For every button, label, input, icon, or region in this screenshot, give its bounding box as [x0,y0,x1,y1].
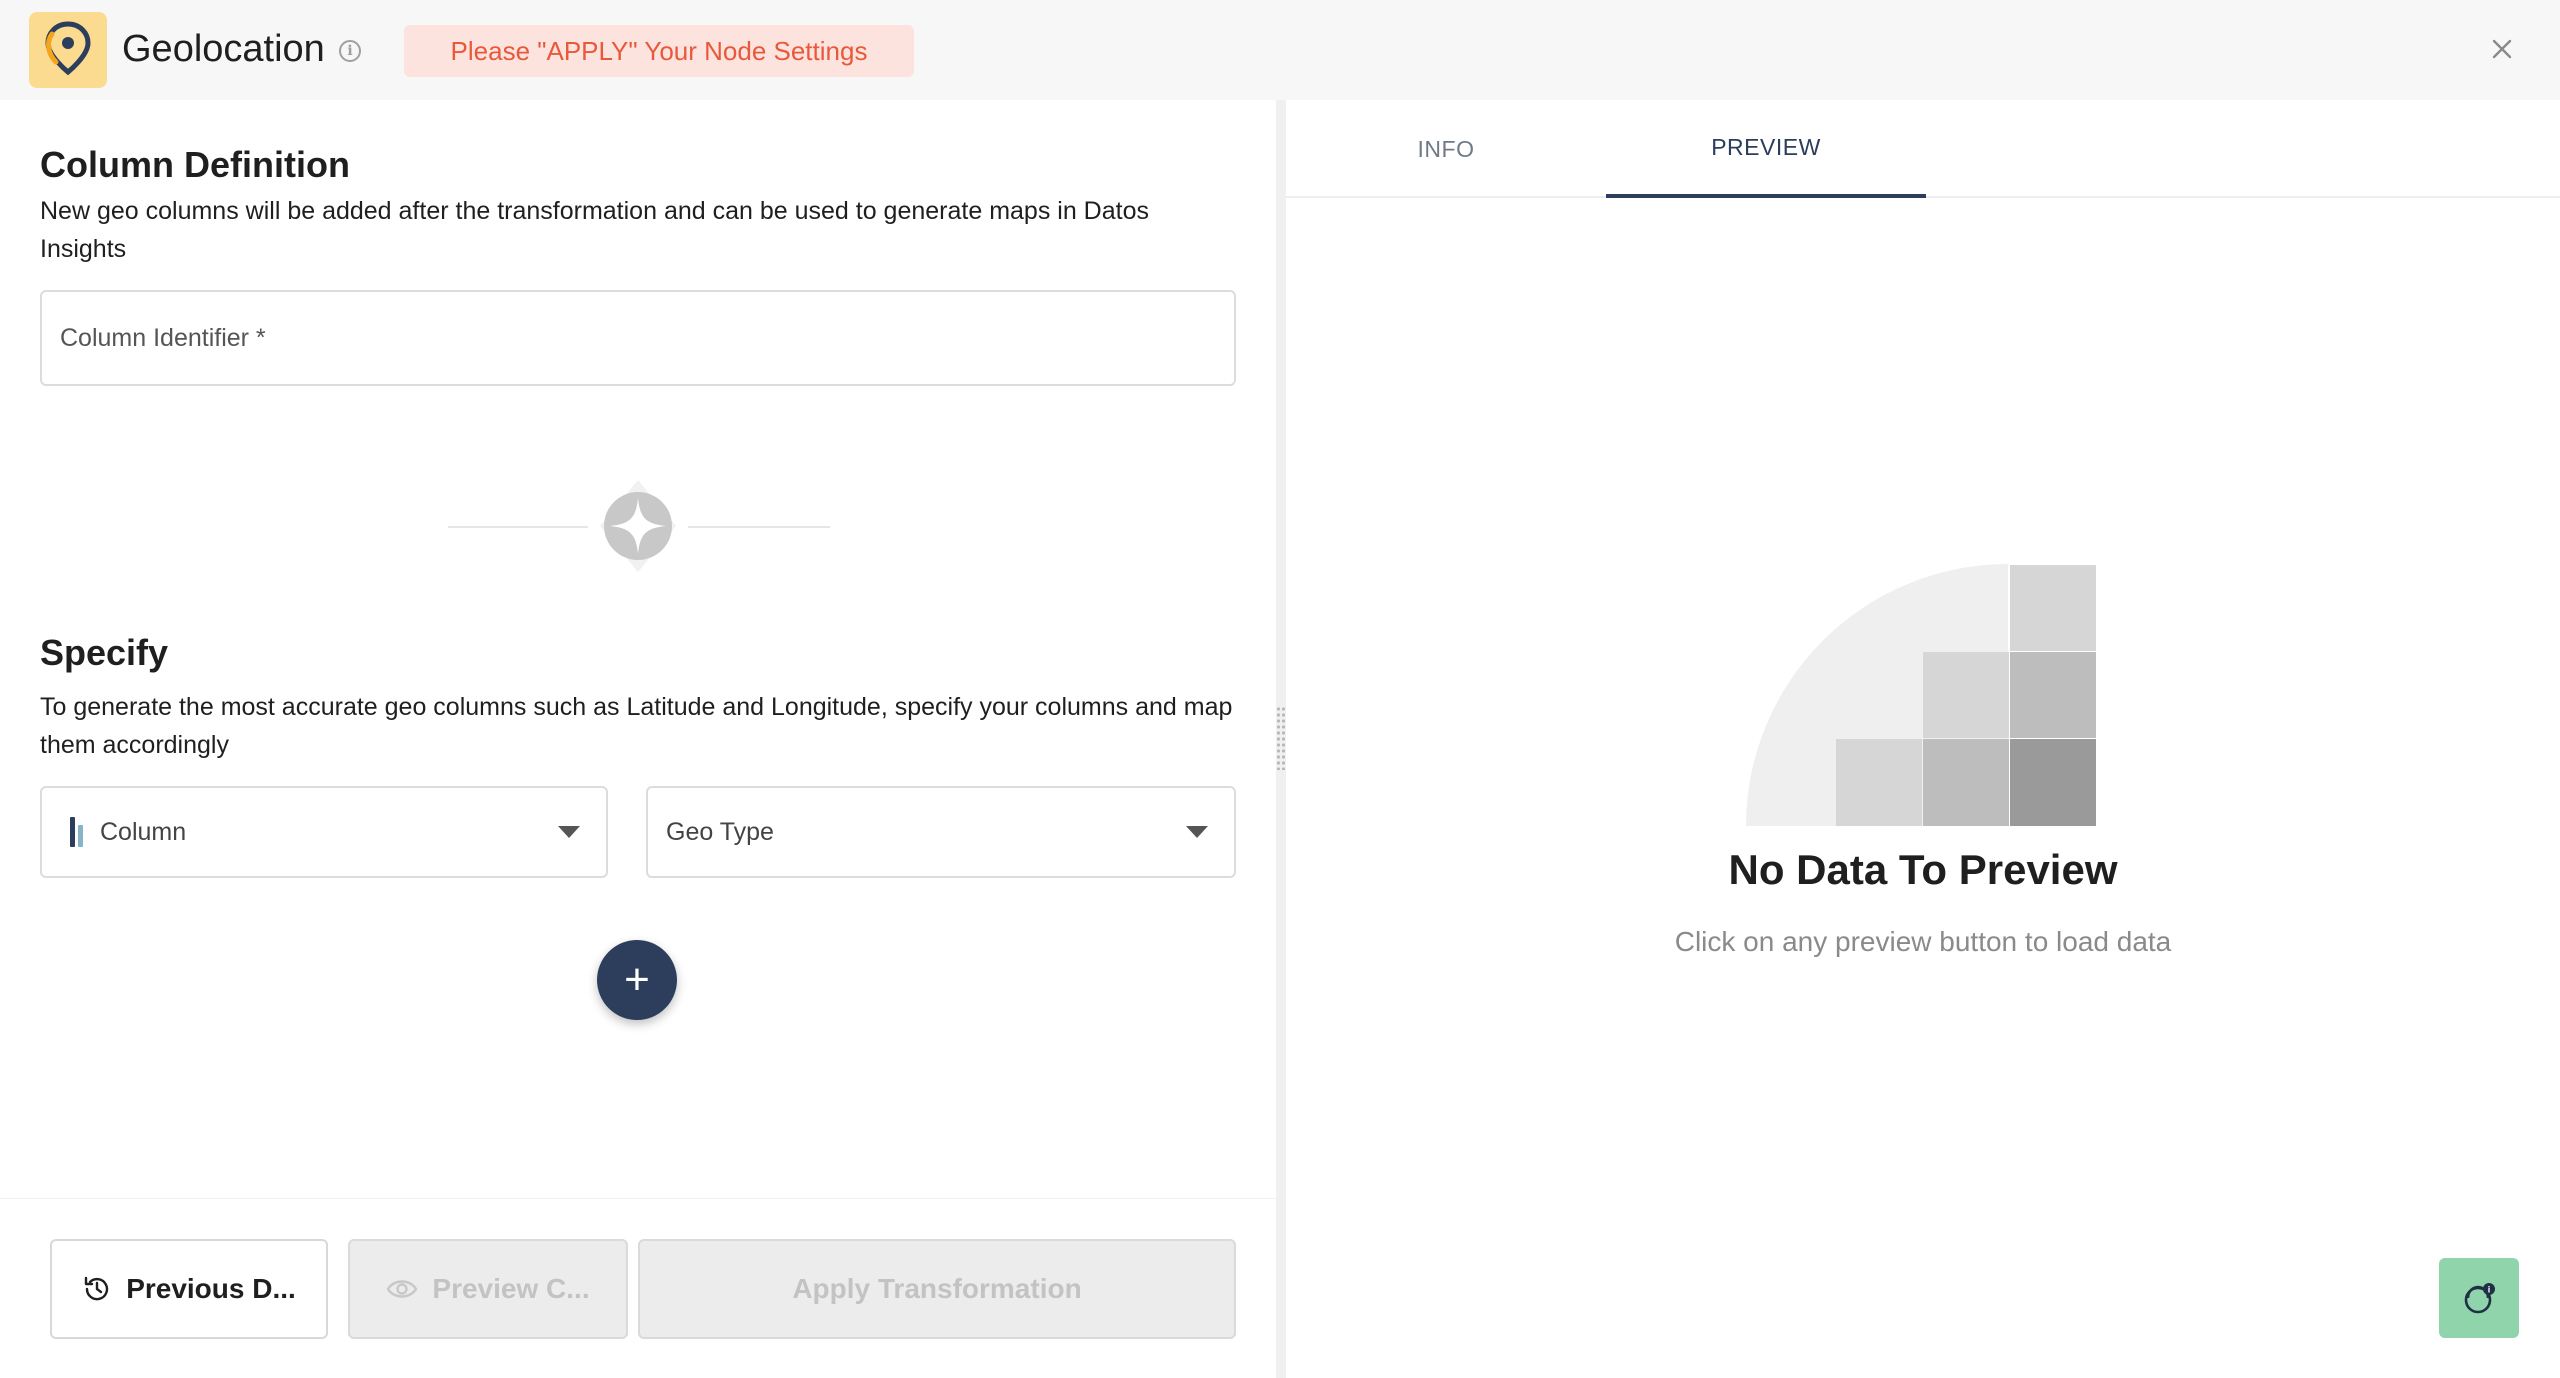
preview-button[interactable]: Preview C... [348,1239,628,1339]
help-chat-button[interactable]: i [2439,1258,2519,1338]
chevron-down-icon [1186,826,1208,838]
divider-right [688,526,830,528]
geo-type-select-value: Geo Type [666,817,774,846]
empty-state-subtitle: Click on any preview button to load data [1674,926,2172,957]
column-identifier-placeholder: Column Identifier * [60,323,266,352]
action-footer: Previous D... Preview C... Apply Transfo… [0,1198,1276,1378]
support-icon: i [2464,1283,2495,1314]
column-select-value: Column [100,817,187,846]
close-icon[interactable] [2487,34,2517,64]
previous-button-label: Previous D... [126,1273,296,1304]
preview-button-label: Preview C... [432,1273,590,1304]
column-definition-title: Column Definition [40,144,350,185]
divider-left [448,526,588,528]
tab-preview[interactable]: PREVIEW [1606,100,1926,198]
drag-handle-icon[interactable] [1276,706,1286,770]
apply-warning-banner: Please "APPLY" Your Node Settings [404,25,914,77]
tab-info[interactable]: INFO [1286,100,1606,198]
eye-icon [387,1280,418,1298]
specify-description: To generate the most accurate geo column… [40,693,1233,759]
specify-title: Specify [40,632,169,673]
apply-transformation-button[interactable]: Apply Transformation [638,1239,1236,1339]
previous-button[interactable]: Previous D... [50,1239,328,1339]
column-identifier-input[interactable]: Column Identifier * [40,290,1236,386]
info-icon[interactable]: i [339,40,361,62]
plus-icon: + [624,955,650,1004]
history-icon [84,1276,109,1301]
geo-type-select[interactable]: Geo Type [646,786,1236,878]
settings-panel: Column Definition New geo columns will b… [0,100,1276,1378]
column-icon [70,817,86,847]
empty-state-title: No Data To Preview [1728,846,2118,893]
header: Geolocation i Please "APPLY" Your Node S… [0,0,2560,100]
preview-panel: INFO PREVIEW No Data To Preview Click on… [1286,100,2560,1378]
location-pin-icon [42,20,94,81]
apply-button-label: Apply Transformation [792,1273,1082,1304]
add-mapping-button[interactable]: + [597,940,677,1020]
svg-text:i: i [2488,1285,2491,1295]
sparkle-divider-icon [584,474,692,578]
column-select[interactable]: Column [40,786,608,878]
empty-state-illustration [1746,564,2096,826]
tab-bar: INFO PREVIEW [1286,100,2560,198]
column-definition-description: New geo columns will be added after the … [40,197,1149,263]
page-title: Geolocation [122,28,325,70]
chevron-down-icon [558,826,580,838]
app-logo [29,12,107,88]
